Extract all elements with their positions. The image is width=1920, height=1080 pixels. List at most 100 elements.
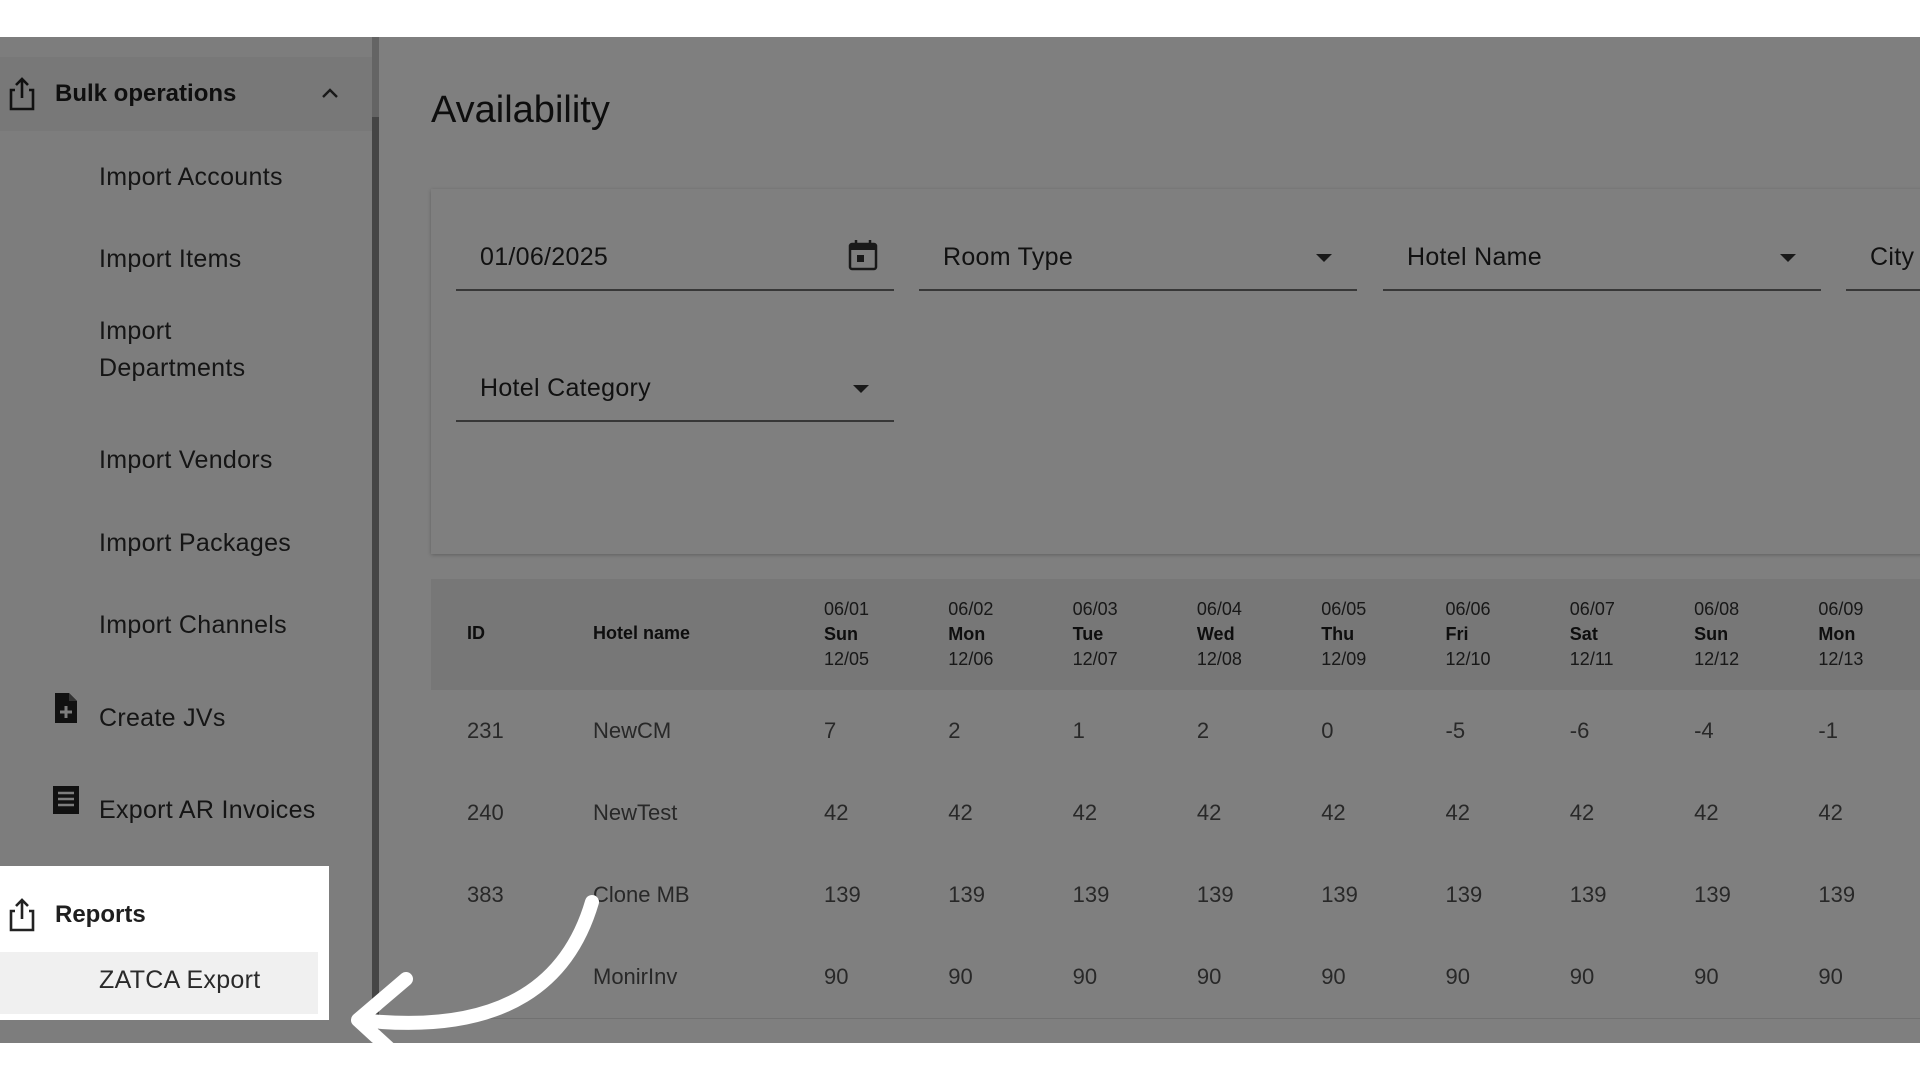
cell-availability: 139 <box>1072 882 1110 907</box>
sidebar-item-label: Create JVs <box>99 704 226 732</box>
column-header-date-part: Tue <box>1072 624 1104 644</box>
table-header: ID Hotel name 06/01 Sun 12/05 06/02 Mon 12/06… <box>431 579 1920 690</box>
cell-availability: 2 <box>948 718 961 743</box>
cell-availability: 42 <box>1569 800 1595 825</box>
cell-availability: 139 <box>1569 882 1607 907</box>
column-header-hotel-name: Hotel name <box>593 623 691 643</box>
cell-availability: 42 <box>1196 800 1222 825</box>
sidebar-item-zatca-export[interactable]: ZATCA Export <box>0 952 318 1014</box>
cell-availability: 42 <box>1445 800 1470 825</box>
column-header-date-part: Sun <box>824 624 858 644</box>
cell-availability: 139 <box>824 882 861 907</box>
sidebar-group-reports[interactable]: Reports <box>0 884 329 946</box>
sidebar-item-label: Export AR Invoices <box>99 796 316 824</box>
calendar-icon[interactable] <box>848 239 878 271</box>
cell-availability: 42 <box>1818 800 1843 825</box>
cell-availability: 42 <box>1694 800 1719 825</box>
cell-availability: 139 <box>948 882 986 907</box>
cell-availability: 0 <box>1321 718 1334 743</box>
share-upload-icon <box>9 898 35 932</box>
sidebar-item-label: Import Channels <box>99 611 287 639</box>
column-header-date-part: 12/05 <box>824 649 870 669</box>
spotlight-reports: Reports ZATCA Export <box>0 866 329 1020</box>
column-header-date-part: 12/07 <box>1072 649 1118 669</box>
cell-availability: 42 <box>948 800 973 825</box>
cell-availability: 139 <box>1196 882 1234 907</box>
date-field[interactable]: 01/06/2025 <box>456 227 894 291</box>
cell-availability: 42 <box>1072 800 1098 825</box>
sidebar-item-import-items[interactable]: Import Items <box>0 231 372 291</box>
column-header-date-part: 12/12 <box>1694 649 1740 669</box>
table-row[interactable]: 383 Clone MB 139 139 139 139 139 139 139 139 139 <box>431 854 1920 937</box>
column-header-date-part: 12/08 <box>1196 649 1242 669</box>
file-plus-icon <box>55 693 77 723</box>
sidebar-item-label: Import Items <box>99 245 242 273</box>
sidebar-group-bulk-operations[interactable]: Bulk operations <box>0 57 372 131</box>
hotel-name-placeholder: Hotel Name <box>1407 243 1542 271</box>
column-header-date-part: Sat <box>1569 624 1598 644</box>
column-header-date: 06/02 Mon 12/06 <box>948 597 993 672</box>
column-header-date-part: Mon <box>948 624 986 644</box>
city-select[interactable]: City <box>1846 227 1920 291</box>
room-type-placeholder: Room Type <box>943 243 1074 271</box>
column-header-date-part: Wed <box>1196 624 1235 644</box>
sidebar-item-import-accounts[interactable]: Import Accounts <box>0 149 372 209</box>
column-header-date: 06/04 Wed 12/08 <box>1197 597 1242 672</box>
table-row[interactable]: 240 NewTest 42 42 42 42 42 42 42 42 42 <box>431 772 1920 855</box>
cell-availability: 7 <box>824 718 837 743</box>
dropdown-arrow-icon <box>1780 254 1796 262</box>
column-header-date-part: Sun <box>1694 624 1729 644</box>
cell-availability: -1 <box>1818 718 1838 743</box>
table-row[interactable]: MonirInv 90 90 90 90 90 90 90 90 90 <box>431 936 1920 1019</box>
hotel-category-select[interactable]: Hotel Category <box>456 358 894 422</box>
sidebar-item-label: Import <box>99 317 172 345</box>
column-header-date: 06/06 Fri 12/10 <box>1446 597 1491 672</box>
sidebar-item-import-packages[interactable]: Import Packages <box>0 515 372 575</box>
column-header-date-part: 12/10 <box>1445 649 1491 669</box>
cell-hotel-name: NewCM <box>593 718 672 743</box>
cell-availability: 2 <box>1196 718 1210 743</box>
cell-availability: -5 <box>1445 718 1466 743</box>
sidebar-item-export-ar-invoices[interactable]: Export AR Invoices <box>0 782 372 842</box>
column-header-date-part: 06/07 <box>1569 599 1615 619</box>
column-header-date-part: 06/01 <box>824 599 870 619</box>
column-header-date-part: 06/08 <box>1694 599 1740 619</box>
column-header-date: 06/07 Sat 12/11 <box>1570 597 1615 672</box>
cell-availability: 90 <box>1818 964 1843 989</box>
column-header-date-part: 12/09 <box>1321 649 1367 669</box>
cell-availability: 90 <box>1445 964 1470 989</box>
column-header-date-part: 12/06 <box>948 649 994 669</box>
cell-availability: 1 <box>1072 718 1085 743</box>
table-row[interactable]: 231 NewCM 7 2 1 2 0 -5 -6 -4 -1 <box>431 690 1920 773</box>
sidebar-item-import-vendors[interactable]: Import Vendors <box>0 432 372 492</box>
cell-availability: 90 <box>1072 964 1098 989</box>
column-header-date-part: 06/05 <box>1321 599 1367 619</box>
date-field-value: 01/06/2025 <box>480 243 609 271</box>
column-header-date: 06/08 Sun 12/12 <box>1694 597 1739 672</box>
pointer-arrow-icon <box>351 895 599 1043</box>
room-type-select[interactable]: Room Type <box>919 227 1357 291</box>
column-header-date: 06/09 Mon 12/13 <box>1818 597 1863 672</box>
sidebar-item-create-jvs[interactable]: Create JVs <box>0 690 372 750</box>
cell-availability: 90 <box>1321 964 1346 989</box>
cell-availability: -6 <box>1569 718 1590 743</box>
sidebar-item-label: Import Vendors <box>99 446 273 474</box>
column-header-date-part: 06/02 <box>948 599 994 619</box>
column-header-date: 06/03 Tue 12/07 <box>1073 597 1118 672</box>
cell-availability: 90 <box>1196 964 1222 989</box>
sidebar-item-import-channels[interactable]: Import Channels <box>0 597 372 657</box>
city-placeholder: City <box>1870 243 1915 271</box>
cell-availability: 42 <box>1321 800 1346 825</box>
column-header-date-part: 12/11 <box>1569 649 1614 669</box>
column-header-date-part: 06/04 <box>1196 599 1242 619</box>
cell-availability: 90 <box>1569 964 1595 989</box>
hotel-name-select[interactable]: Hotel Name <box>1383 227 1821 291</box>
chevron-up-icon[interactable] <box>320 83 340 103</box>
column-header-date: 06/01 Sun 12/05 <box>824 597 869 672</box>
dropdown-arrow-icon <box>1316 254 1332 262</box>
sidebar-item-import-departments[interactable]: Import Departments <box>0 309 372 399</box>
app-frame: Bulk operations Import Accounts Import I… <box>0 37 1920 1043</box>
column-header-date-part: Thu <box>1321 624 1355 644</box>
hotel-category-placeholder: Hotel Category <box>480 374 651 402</box>
column-header-id: ID <box>467 623 485 643</box>
